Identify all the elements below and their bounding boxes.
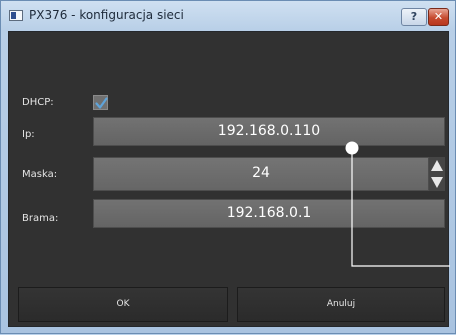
callout-annotation [345,141,450,267]
dialog-window: PX376 - konfiguracja sieci ? ✕ DHCP: Ip:… [0,0,456,334]
